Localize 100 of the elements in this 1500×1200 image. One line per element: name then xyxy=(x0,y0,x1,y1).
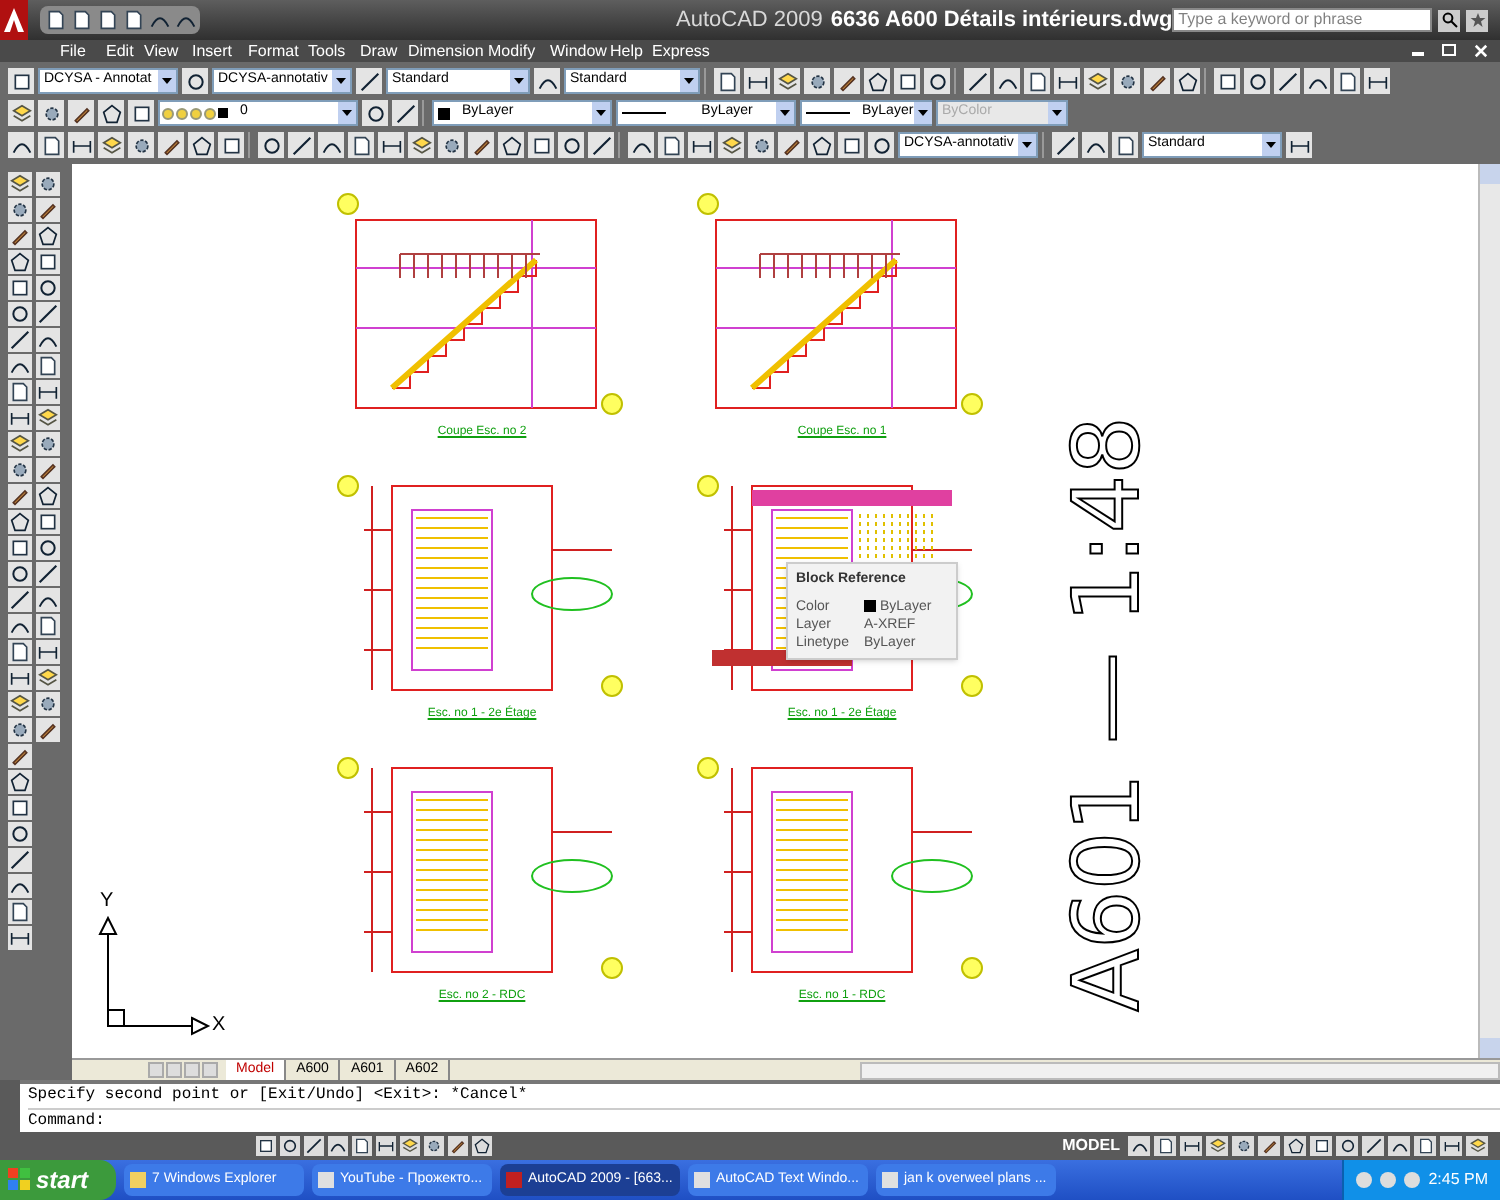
layers-icon[interactable] xyxy=(411,135,431,155)
horizontal-scrollbar[interactable] xyxy=(860,1061,1500,1079)
layers-icon[interactable] xyxy=(38,668,58,688)
circle-icon[interactable] xyxy=(185,71,205,91)
pencil-icon[interactable] xyxy=(1147,71,1167,91)
dimension-icon[interactable] xyxy=(691,135,711,155)
arc-icon[interactable] xyxy=(330,1138,346,1154)
menu-item[interactable]: Edit xyxy=(106,39,144,63)
document-icon[interactable] xyxy=(351,135,371,155)
square-icon[interactable] xyxy=(1313,1138,1329,1154)
menu-item[interactable]: View xyxy=(144,39,192,63)
circle-icon[interactable] xyxy=(10,564,30,584)
pencil-icon[interactable] xyxy=(450,1138,466,1154)
line-icon[interactable] xyxy=(10,590,30,610)
caret-icon[interactable] xyxy=(684,78,694,84)
square-icon[interactable] xyxy=(38,512,58,532)
caret-icon[interactable] xyxy=(162,78,172,84)
search-field[interactable]: Type a keyword or phrase xyxy=(1172,8,1433,32)
menu-item[interactable]: Express xyxy=(652,39,712,63)
arc-icon[interactable] xyxy=(1131,1138,1147,1154)
layers-icon[interactable] xyxy=(1209,1138,1225,1154)
square-icon[interactable] xyxy=(897,71,917,91)
star-icon[interactable] xyxy=(1466,9,1489,31)
document-icon[interactable] xyxy=(354,1138,370,1154)
polygon-icon[interactable] xyxy=(811,135,831,155)
layers-icon[interactable] xyxy=(10,174,30,194)
square-icon[interactable] xyxy=(10,798,30,818)
square-icon[interactable] xyxy=(841,135,861,155)
dimension-icon[interactable] xyxy=(1289,135,1309,155)
line-icon[interactable] xyxy=(1365,1138,1381,1154)
caret-icon[interactable] xyxy=(780,110,790,116)
line-icon[interactable] xyxy=(38,564,58,584)
caret-icon[interactable] xyxy=(1266,142,1276,148)
pencil-icon[interactable] xyxy=(837,71,857,91)
menu-item[interactable]: Format xyxy=(248,39,308,63)
circle-icon[interactable] xyxy=(927,71,947,91)
line-icon[interactable] xyxy=(306,1138,322,1154)
pencil-icon[interactable] xyxy=(161,135,181,155)
line-icon[interactable] xyxy=(10,330,30,350)
dimension-icon[interactable] xyxy=(10,928,30,948)
caret-icon[interactable] xyxy=(917,110,928,116)
polygon-icon[interactable] xyxy=(101,103,121,123)
dimension-icon[interactable] xyxy=(747,71,767,91)
pencil-icon[interactable] xyxy=(71,103,91,123)
dimension-icon[interactable] xyxy=(1367,71,1387,91)
pencil-icon[interactable] xyxy=(781,135,801,155)
document-icon[interactable] xyxy=(1115,135,1135,155)
line-icon[interactable] xyxy=(1277,71,1297,91)
line-icon[interactable] xyxy=(591,135,611,155)
document-icon[interactable] xyxy=(1027,71,1047,91)
square-icon[interactable] xyxy=(131,103,151,123)
layers-icon[interactable] xyxy=(1087,71,1107,91)
circle-icon[interactable] xyxy=(282,1138,298,1154)
document-icon[interactable] xyxy=(661,135,681,155)
square-icon[interactable] xyxy=(258,1138,274,1154)
square-icon[interactable] xyxy=(10,538,30,558)
close-icon[interactable] xyxy=(1474,44,1488,58)
document-icon[interactable] xyxy=(41,135,61,155)
menu-item[interactable]: Draw xyxy=(360,39,408,63)
dimension-icon[interactable] xyxy=(1183,1138,1199,1154)
document-icon[interactable] xyxy=(1417,1138,1433,1154)
model-space-button[interactable]: MODEL xyxy=(1062,1134,1120,1158)
dimension-icon[interactable] xyxy=(38,382,58,402)
line-icon[interactable] xyxy=(38,304,58,324)
app-logo-icon[interactable] xyxy=(0,0,28,40)
caret-icon[interactable] xyxy=(514,78,524,84)
dimension-icon[interactable] xyxy=(38,642,58,662)
layers-icon[interactable] xyxy=(11,103,31,123)
dimension-icon[interactable] xyxy=(1057,71,1077,91)
pencil-icon[interactable] xyxy=(471,135,491,155)
circle-icon[interactable] xyxy=(10,824,30,844)
layers-icon[interactable] xyxy=(10,694,30,714)
square-icon[interactable] xyxy=(1217,71,1237,91)
circle-icon[interactable] xyxy=(38,538,58,558)
square-icon[interactable] xyxy=(38,252,58,272)
menu-item[interactable]: Insert xyxy=(192,39,248,63)
square-icon[interactable] xyxy=(531,135,551,155)
square-icon[interactable] xyxy=(11,71,31,91)
polygon-icon[interactable] xyxy=(191,135,211,155)
dimension-icon[interactable] xyxy=(1443,1138,1459,1154)
document-icon[interactable] xyxy=(717,71,737,91)
dimension-icon[interactable] xyxy=(10,408,30,428)
line-icon[interactable] xyxy=(967,71,987,91)
polygon-icon[interactable] xyxy=(867,71,887,91)
polygon-icon[interactable] xyxy=(1177,71,1197,91)
menu-item[interactable]: File xyxy=(60,39,106,63)
circle-icon[interactable] xyxy=(38,278,58,298)
layers-icon[interactable] xyxy=(38,408,58,428)
line-icon[interactable] xyxy=(1055,135,1075,155)
caret-icon[interactable] xyxy=(1022,142,1032,148)
menu-item[interactable]: Window xyxy=(550,39,610,63)
menu-item[interactable]: Modify xyxy=(488,39,550,63)
menu-item[interactable]: Tools xyxy=(308,39,360,63)
caret-icon[interactable] xyxy=(596,110,606,116)
caret-icon[interactable] xyxy=(336,78,346,84)
circle-icon[interactable] xyxy=(1247,71,1267,91)
polygon-icon[interactable] xyxy=(474,1138,490,1154)
start-button[interactable]: start xyxy=(0,1160,116,1200)
circle-icon[interactable] xyxy=(10,304,30,324)
pencil-icon[interactable] xyxy=(1261,1138,1277,1154)
